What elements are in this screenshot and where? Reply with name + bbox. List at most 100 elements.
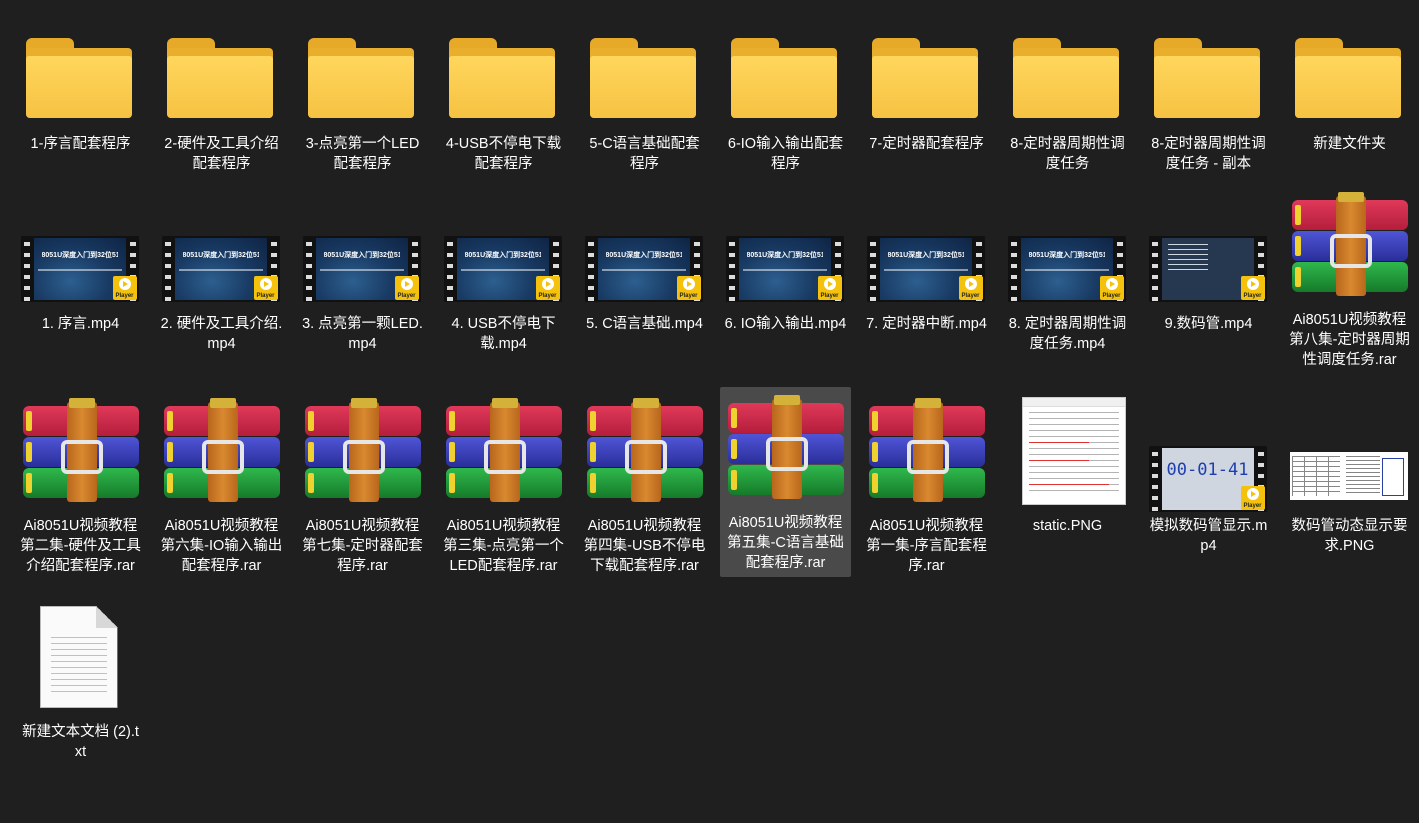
- folder-item[interactable]: 1-序言配套程序: [15, 10, 146, 158]
- folder-item[interactable]: 6-IO输入输出配套程序: [720, 10, 851, 178]
- video-item[interactable]: 8051U深度入门到32位51大型实战视频 Player 7. 定时器中断.mp4: [861, 206, 992, 338]
- video-item[interactable]: Player 9.数码管.mp4: [1143, 206, 1274, 338]
- player-text: Player: [679, 293, 698, 299]
- file-label: Ai8051U视频教程第四集-USB不停电下载配套程序.rar: [583, 518, 706, 574]
- video-item[interactable]: 8051U深度入门到32位51大型实战视频 Player 4. USB不停电下载.…: [438, 206, 569, 358]
- rar-item[interactable]: Ai8051U视频教程第二集-硬件及工具介绍配套程序.rar: [15, 390, 146, 580]
- rar-icon: [585, 394, 705, 512]
- player-icon: Player: [676, 276, 701, 300]
- folder-icon: [162, 14, 282, 118]
- rar-icon: [162, 394, 282, 512]
- video-item[interactable]: 8051U深度入门到32位51大型实战视频 Player 8. 定时器周期性调度任…: [1002, 206, 1133, 358]
- file-label: 8. 定时器周期性调度任务.mp4: [1008, 316, 1127, 352]
- player-text: Player: [1243, 503, 1262, 509]
- rar-item[interactable]: Ai8051U视频教程第七集-定时器配套程序.rar: [297, 390, 428, 580]
- image-thumbnail: [1008, 394, 1128, 512]
- image-thumbnail: [1289, 394, 1410, 512]
- file-label: Ai8051U视频教程第一集-序言配套程序.rar: [866, 518, 987, 574]
- player-icon: Player: [253, 276, 278, 300]
- video-thumbnail: 8051U深度入门到32位51大型实战视频 Player: [1007, 210, 1128, 310]
- folder-item[interactable]: 2-硬件及工具介绍配套程序: [156, 10, 287, 178]
- rar-item[interactable]: Ai8051U视频教程第三集-点亮第一个LED配套程序.rar: [438, 390, 569, 580]
- file-label: static.PNG: [1032, 518, 1103, 534]
- player-icon: Player: [1240, 486, 1265, 510]
- player-text: Player: [115, 293, 134, 299]
- rar-item[interactable]: Ai8051U视频教程第六集-IO输入输出配套程序.rar: [156, 390, 287, 580]
- player-icon: Player: [1099, 276, 1124, 300]
- rar-icon: [444, 394, 564, 512]
- rar-icon: [1290, 188, 1410, 306]
- video-item[interactable]: 8051U深度入门到32位51大型实战视频 Player 6. IO输入输出.mp…: [720, 206, 851, 338]
- file-label: 5. C语言基础.mp4: [586, 316, 703, 332]
- thumb-title: 8051U深度入门到32位51大型实战视频: [887, 252, 964, 259]
- folder-icon: [1290, 14, 1410, 118]
- file-label: 3-点亮第一个LED配套程序: [305, 136, 420, 172]
- video-thumbnail: 8051U深度入门到32位51大型实战视频 Player: [20, 210, 141, 310]
- file-label: 数码管动态显示要求.PNG: [1291, 518, 1408, 554]
- file-label: 8-定时器周期性调度任务: [1010, 136, 1125, 172]
- video-thumbnail: 8051U深度入门到32位51大型实战视频 Player: [161, 210, 282, 310]
- folder-icon: [303, 14, 423, 118]
- thumb-title: 8051U深度入门到32位51大型实战视频: [1028, 252, 1105, 259]
- file-label: 3. 点亮第一颗LED.mp4: [302, 316, 423, 352]
- file-label: 6-IO输入输出配套程序: [727, 136, 844, 172]
- folder-item[interactable]: 4-USB不停电下载配套程序: [438, 10, 569, 178]
- video-thumbnail: 8051U深度入门到32位51大型实战视频 Player: [302, 210, 423, 310]
- rar-item[interactable]: Ai8051U视频教程第八集-定时器周期性调度任务.rar: [1284, 184, 1415, 374]
- file-label: 模拟数码管显示.mp4: [1149, 518, 1268, 554]
- folder-icon: [726, 14, 846, 118]
- rar-icon: [867, 394, 987, 512]
- player-text: Player: [538, 293, 557, 299]
- image-item[interactable]: 数码管动态显示要求.PNG: [1284, 390, 1415, 560]
- thumb-title: 8051U深度入门到32位51大型实战视频: [605, 252, 682, 259]
- text-file-icon: [21, 602, 141, 718]
- file-label: 9.数码管.mp4: [1164, 316, 1253, 332]
- folder-item[interactable]: 8-定时器周期性调度任务 - 副本: [1143, 10, 1274, 178]
- file-label: Ai8051U视频教程第六集-IO输入输出配套程序.rar: [160, 518, 283, 574]
- image-item[interactable]: static.PNG: [1002, 390, 1133, 540]
- video-thumbnail: 8051U深度入门到32位51大型实战视频 Player: [725, 210, 846, 310]
- video-thumbnail: 8051U深度入门到32位51大型实战视频 Player: [584, 210, 705, 310]
- player-text: Player: [397, 293, 416, 299]
- folder-icon: [867, 14, 987, 118]
- txt-item[interactable]: 新建文本文档 (2).txt: [15, 598, 146, 766]
- player-icon: Player: [958, 276, 983, 300]
- rar-icon: [726, 391, 846, 509]
- player-text: Player: [820, 293, 839, 299]
- file-label: Ai8051U视频教程第八集-定时器周期性调度任务.rar: [1289, 312, 1410, 368]
- video-thumbnail: 8051U深度入门到32位51大型实战视频 Player: [866, 210, 987, 310]
- file-label: 4. USB不停电下载.mp4: [451, 316, 556, 352]
- video-item[interactable]: 8051U深度入门到32位51大型实战视频 Player 3. 点亮第一颗LED.…: [297, 206, 428, 358]
- file-label: 5-C语言基础配套程序: [589, 136, 700, 172]
- player-icon: Player: [394, 276, 419, 300]
- segment-digits: 00-01-41: [1166, 460, 1249, 480]
- folder-item[interactable]: 7-定时器配套程序: [861, 10, 992, 158]
- video-item[interactable]: 8051U深度入门到32位51大型实战视频 Player 2. 硬件及工具介绍.m…: [156, 206, 287, 358]
- file-label: 6. IO输入输出.mp4: [724, 316, 847, 332]
- rar-item[interactable]: Ai8051U视频教程第一集-序言配套程序.rar: [861, 390, 992, 580]
- video-item[interactable]: 8051U深度入门到32位51大型实战视频 Player 1. 序言.mp4: [15, 206, 146, 338]
- video-item[interactable]: 00-01-41 Player 模拟数码管显示.mp4: [1143, 390, 1274, 560]
- thumb-title: 8051U深度入门到32位51大型实战视频: [323, 252, 400, 259]
- video-thumbnail: Player: [1148, 210, 1269, 310]
- folder-item[interactable]: 新建文件夹: [1284, 10, 1415, 158]
- file-label: 7. 定时器中断.mp4: [866, 316, 987, 332]
- file-label: 1-序言配套程序: [30, 136, 131, 152]
- file-label: 2. 硬件及工具介绍.mp4: [160, 316, 283, 352]
- player-text: Player: [1102, 293, 1121, 299]
- video-thumbnail: 00-01-41 Player: [1148, 394, 1269, 512]
- video-item[interactable]: 8051U深度入门到32位51大型实战视频 Player 5. C语言基础.mp4: [579, 206, 710, 338]
- rar-item-selected[interactable]: Ai8051U视频教程第五集-C语言基础配套程序.rar: [720, 387, 851, 577]
- folder-icon: [444, 14, 564, 118]
- folder-item[interactable]: 8-定时器周期性调度任务: [1002, 10, 1133, 178]
- folder-item[interactable]: 3-点亮第一个LED配套程序: [297, 10, 428, 178]
- rar-item[interactable]: Ai8051U视频教程第四集-USB不停电下载配套程序.rar: [579, 390, 710, 580]
- file-label: 4-USB不停电下载配套程序: [445, 136, 562, 172]
- file-label: 1. 序言.mp4: [41, 316, 120, 332]
- folder-item[interactable]: 5-C语言基础配套程序: [579, 10, 710, 178]
- player-text: Player: [256, 293, 275, 299]
- player-icon: Player: [535, 276, 560, 300]
- folder-icon: [1008, 14, 1128, 118]
- file-label: 新建文件夹: [1313, 136, 1386, 152]
- player-icon: Player: [112, 276, 137, 300]
